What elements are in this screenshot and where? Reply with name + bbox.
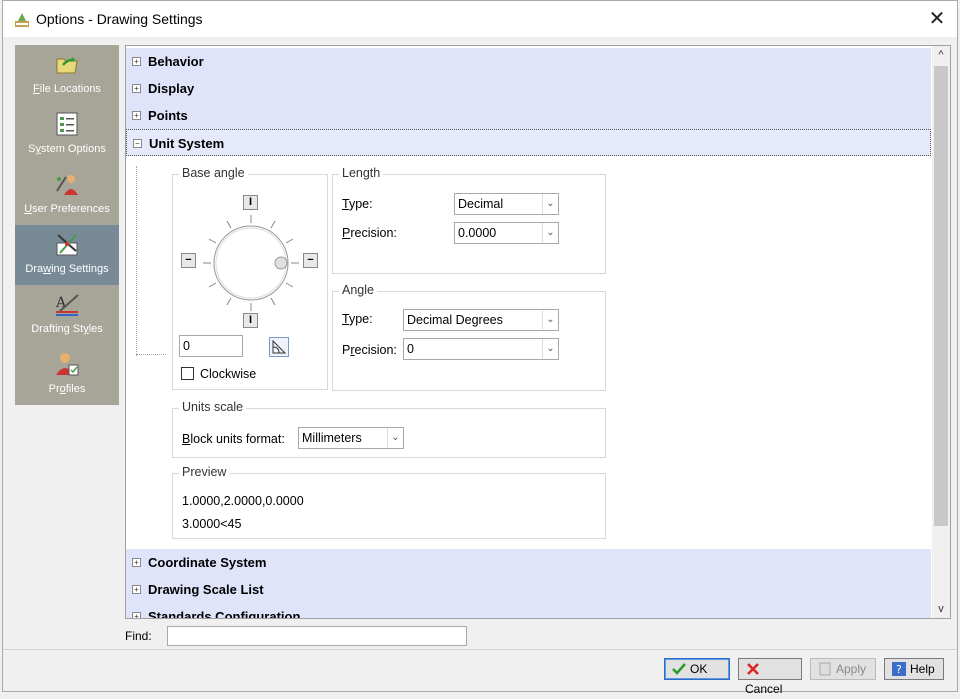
preview-line-2: 3.0000<45 (182, 517, 242, 531)
preview-title: Preview (179, 465, 230, 479)
drafting-styles-icon: A (55, 294, 79, 316)
nav-label: File Locations (33, 83, 101, 95)
angle-180-button[interactable]: − (181, 253, 196, 268)
base-angle-title: Base angle (179, 166, 248, 180)
nav-item-drafting-styles[interactable]: A Drafting Styles (15, 285, 119, 345)
base-angle-group: Base angle I − − I 0 Clockwise (172, 166, 328, 390)
drawing-tools-icon (56, 234, 78, 256)
close-button[interactable]: ✕ (923, 5, 951, 33)
nav-item-profiles[interactable]: Profiles (15, 345, 119, 405)
length-type-label: Type: (342, 197, 373, 211)
apply-icon (819, 662, 831, 676)
nav-item-drawing-settings[interactable]: Drawing Settings (15, 225, 119, 285)
check-icon (672, 663, 686, 675)
angle-dial[interactable] (191, 203, 311, 323)
tree-line (136, 166, 137, 356)
angle-title: Angle (339, 283, 377, 297)
settings-tree-panel: + Behavior + Display + Points − Unit Sys… (125, 45, 951, 619)
collapse-icon[interactable]: − (133, 139, 142, 148)
chevron-down-icon: ⌄ (542, 223, 558, 243)
length-precision-label: Precision: (342, 226, 397, 240)
block-units-select[interactable]: Millimeters ⌄ (298, 427, 404, 449)
expand-icon[interactable]: + (132, 558, 141, 567)
help-button[interactable]: ? Help (884, 658, 944, 680)
folder-icon (56, 57, 78, 74)
divider (3, 649, 957, 650)
angle-0-button[interactable]: − (303, 253, 318, 268)
chevron-down-icon: ⌄ (542, 194, 558, 214)
angle-90-button[interactable]: I (243, 195, 258, 210)
ok-button[interactable]: OK (664, 658, 730, 680)
expand-icon[interactable]: + (132, 84, 141, 93)
chevron-down-icon: ⌄ (542, 339, 558, 359)
nav-label: Drawing Settings (25, 263, 109, 275)
scroll-thumb[interactable] (934, 66, 948, 526)
svg-text:A: A (55, 295, 67, 311)
vertical-scrollbar[interactable]: ^ v (932, 46, 950, 618)
base-angle-input[interactable]: 0 (179, 335, 243, 357)
expand-icon[interactable]: + (132, 585, 141, 594)
category-coordinate-system[interactable]: + Coordinate System (126, 549, 931, 576)
scroll-down-button[interactable]: v (932, 600, 950, 618)
angle-precision-label: Precision: (342, 343, 397, 357)
expand-icon[interactable]: + (132, 612, 141, 618)
nav-item-user-preferences[interactable]: User Preferences (15, 165, 119, 225)
app-icon (15, 13, 29, 27)
angle-precision-select[interactable]: 0 ⌄ (403, 338, 559, 360)
chevron-down-icon: ⌄ (542, 310, 558, 330)
length-title: Length (339, 166, 384, 180)
options-nav: File Locations System Options User Prefe… (15, 45, 119, 405)
window-title: Options - Drawing Settings (36, 11, 203, 27)
angle-270-button[interactable]: I (243, 313, 258, 328)
chevron-down-icon: ⌄ (387, 428, 403, 448)
cancel-button[interactable]: Cancel (738, 658, 802, 696)
profile-icon (56, 353, 79, 376)
help-icon: ? (892, 662, 906, 676)
category-unit-system[interactable]: − Unit System (126, 129, 931, 156)
nav-label: Profiles (48, 383, 86, 395)
tree-line (136, 354, 166, 355)
title-bar: Options - Drawing Settings ✕ (3, 1, 957, 37)
find-input[interactable] (167, 626, 467, 646)
nav-item-file-locations[interactable]: File Locations (15, 45, 119, 105)
length-precision-select[interactable]: 0.0000 ⌄ (454, 222, 559, 244)
preview-line-1: 1.0000,2.0000,0.0000 (182, 494, 304, 508)
block-units-label: Block units format: (182, 432, 285, 446)
nav-label: Drafting Styles (31, 323, 103, 335)
x-icon (747, 663, 759, 675)
nav-label: System Options (28, 143, 106, 155)
find-label: Find: (125, 629, 152, 643)
preview-group: Preview 1.0000,2.0000,0.0000 3.0000<45 (172, 465, 606, 539)
category-standards-configuration[interactable]: + Standards Configuration (126, 603, 931, 618)
pick-angle-icon[interactable] (269, 337, 289, 357)
apply-button[interactable]: Apply (810, 658, 876, 680)
clockwise-label: Clockwise (200, 367, 257, 381)
expand-icon[interactable]: + (132, 111, 141, 120)
length-type-select[interactable]: Decimal ⌄ (454, 193, 559, 215)
nav-label: User Preferences (24, 203, 110, 215)
expand-icon[interactable]: + (132, 57, 141, 66)
category-points[interactable]: + Points (126, 102, 931, 129)
category-display[interactable]: + Display (126, 75, 931, 102)
nav-item-system-options[interactable]: System Options (15, 105, 119, 165)
scroll-up-button[interactable]: ^ (932, 46, 950, 64)
options-dialog: Options - Drawing Settings ✕ File Locati… (2, 0, 958, 696)
units-scale-group: Units scale Block units format: Millimet… (172, 400, 606, 458)
category-drawing-scale-list[interactable]: + Drawing Scale List (126, 576, 931, 603)
clockwise-checkbox[interactable] (181, 367, 194, 380)
length-group: Length Type: Decimal ⌄ Precision: 0.0000… (332, 166, 606, 274)
angle-group: Angle Type: Decimal Degrees ⌄ Precision:… (332, 283, 606, 391)
category-behavior[interactable]: + Behavior (126, 48, 931, 75)
checklist-icon (56, 112, 78, 136)
angle-type-label: Type: (342, 312, 373, 326)
units-scale-title: Units scale (179, 400, 247, 414)
angle-type-select[interactable]: Decimal Degrees ⌄ (403, 309, 559, 331)
user-tools-icon (56, 175, 78, 195)
svg-text:?: ? (896, 663, 902, 676)
